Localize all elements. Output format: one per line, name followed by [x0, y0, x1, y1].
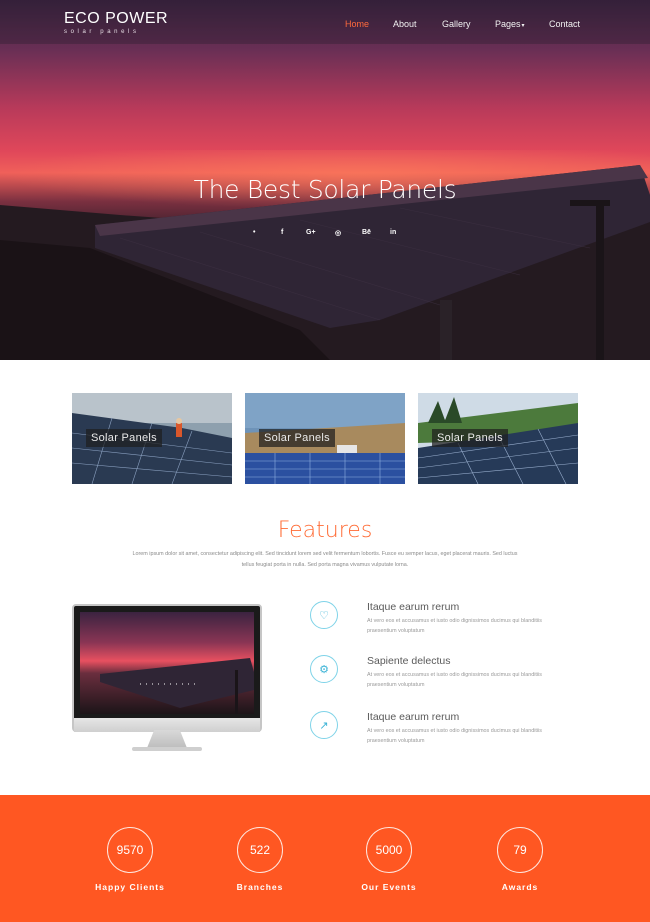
stat-label: Awards [501, 882, 539, 892]
feature-text: At vero eos et accusamus et iusto odio d… [367, 618, 542, 634]
nav-item-about[interactable]: About [393, 19, 417, 29]
stat-label: Our Events [361, 882, 417, 892]
stat-value: 9570 [107, 827, 153, 873]
feature-title: Sapiente delectus [367, 655, 451, 667]
monitor-base [132, 747, 202, 751]
stat-awards: 79 Awards [470, 827, 570, 892]
feature-item: ♡ Itaque earum rerum At vero eos et accu… [310, 601, 570, 641]
monitor-chin [74, 718, 260, 732]
gallery-card[interactable]: Solar Panels [418, 393, 578, 484]
hero-title: The Best Solar Panels [193, 175, 457, 204]
stat-our-events: 5000 Our Events [339, 827, 439, 892]
heart-icon: ♡ [310, 601, 338, 629]
stat-happy-clients: 9570 Happy Clients [80, 827, 180, 892]
twitter-icon[interactable]: • [253, 229, 255, 236]
gallery-card[interactable]: Solar Panels [72, 393, 232, 484]
stat-value: 79 [497, 827, 543, 873]
feature-text: At vero eos et accusamus et iusto odio d… [367, 728, 542, 744]
nav-item-contact[interactable]: Contact [549, 19, 580, 29]
card-label: Solar Panels [432, 429, 508, 447]
google-plus-icon[interactable]: G+ [306, 229, 316, 236]
linkedin-icon[interactable]: in [390, 229, 396, 236]
main-nav: Home About Gallery Pages▾ Contact [0, 19, 650, 33]
nav-item-pages[interactable]: Pages▾ [495, 19, 525, 29]
stat-branches: 522 Branches [210, 827, 310, 892]
monitor-frame [72, 604, 262, 732]
social-links: • f G+ ◎ Bē in [0, 229, 650, 241]
feature-title: Itaque earum rerum [367, 601, 460, 613]
monitor-screen [80, 612, 254, 714]
gears-icon: ⚙ [310, 655, 338, 683]
card-label: Solar Panels [259, 429, 335, 447]
caret-down-icon: ▾ [521, 23, 525, 29]
feature-title: Itaque earum rerum [367, 711, 460, 723]
stat-value: 522 [237, 827, 283, 873]
behance-icon[interactable]: Bē [362, 229, 371, 236]
stats-section: 9570 Happy Clients 522 Branches 5000 Our… [0, 795, 650, 922]
nav-item-home[interactable]: Home [345, 19, 369, 29]
hero-banner: ECO POWER solar panels Home About Galler… [0, 0, 650, 360]
card-label: Solar Panels [86, 429, 162, 447]
stat-value: 5000 [366, 827, 412, 873]
gallery-card[interactable]: Solar Panels [245, 393, 405, 484]
screen-preview [100, 658, 254, 714]
stat-label: Happy Clients [95, 882, 165, 892]
monitor-stand [147, 730, 187, 748]
dribbble-icon[interactable]: ◎ [335, 229, 341, 237]
nav-item-gallery[interactable]: Gallery [442, 19, 471, 29]
feature-text: At vero eos et accusamus et iusto odio d… [367, 672, 542, 688]
features-heading: Features [277, 518, 373, 543]
nav-item-pages-label: Pages [495, 19, 521, 29]
feature-item: ↗ Itaque earum rerum At vero eos et accu… [310, 711, 570, 751]
navbar: ECO POWER solar panels Home About Galler… [0, 0, 650, 44]
facebook-icon[interactable]: f [281, 229, 283, 236]
desktop-monitor-image [72, 604, 262, 754]
chart-line-icon: ↗ [310, 711, 338, 739]
feature-item: ⚙ Sapiente delectus At vero eos et accus… [310, 655, 570, 695]
stat-label: Branches [236, 882, 284, 892]
features-description: Lorem ipsum dolor sit amet, consectetur … [132, 551, 518, 568]
